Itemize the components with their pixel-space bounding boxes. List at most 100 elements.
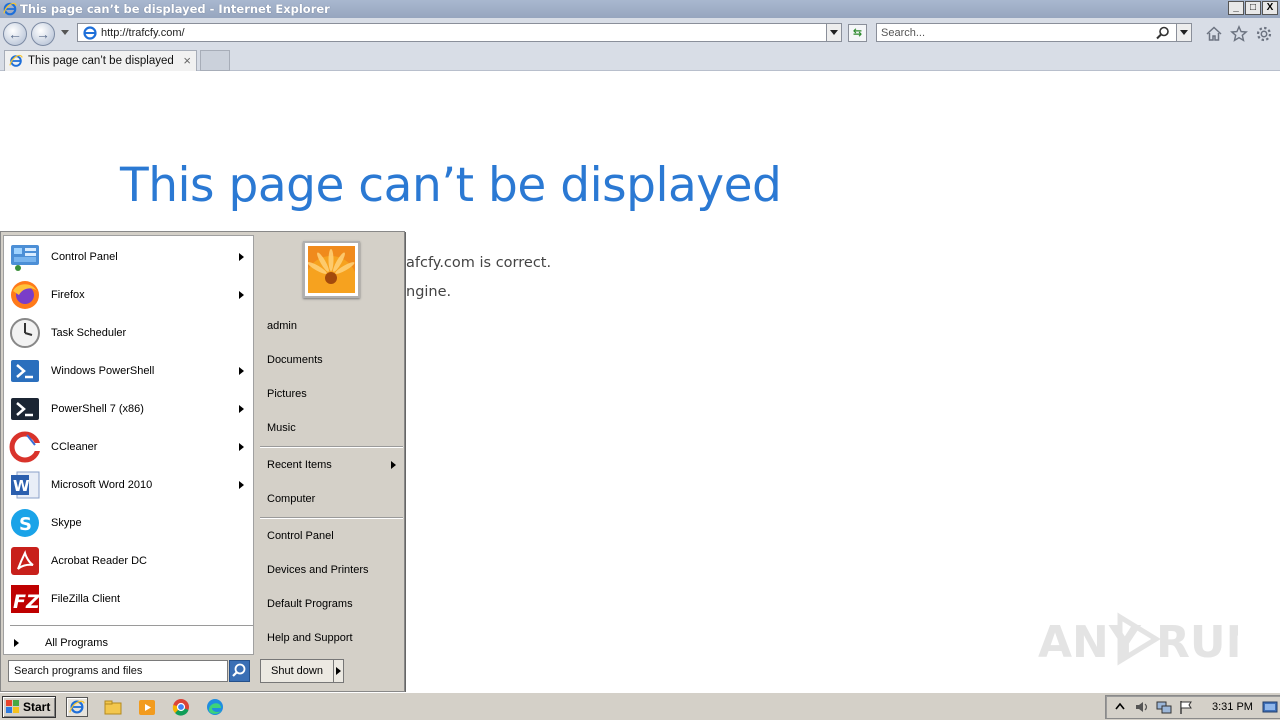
tab-error-page[interactable]: This page can’t be displayed ×: [4, 50, 197, 71]
tab-close-icon[interactable]: ×: [183, 53, 191, 68]
submenu-arrow-icon: [239, 291, 244, 299]
address-bar[interactable]: http://trafcfy.com/: [77, 23, 842, 42]
submenu-arrow-icon: [239, 367, 244, 375]
program-task-scheduler[interactable]: Task Scheduler: [9, 315, 254, 351]
watermark-text-any: ANY: [1038, 617, 1142, 668]
program-acrobat-reader[interactable]: Acrobat Reader DC: [9, 543, 254, 579]
control-panel-icon: [11, 245, 39, 271]
window-title: This page can’t be displayed - Internet …: [20, 2, 330, 16]
start-search-input[interactable]: [14, 662, 224, 680]
ccleaner-icon: [9, 431, 41, 463]
program-powershell-7[interactable]: PowerShell 7 (x86): [9, 391, 254, 427]
all-programs-button[interactable]: All Programs: [14, 637, 108, 649]
places-devices-printers[interactable]: Devices and Printers: [267, 564, 369, 576]
start-search-button[interactable]: [229, 660, 250, 682]
places-default-programs[interactable]: Default Programs: [267, 598, 353, 610]
shut-down-options-button[interactable]: [334, 659, 344, 683]
forward-button[interactable]: →: [31, 22, 55, 46]
favorites-star-icon[interactable]: [1230, 25, 1248, 43]
places-help-support[interactable]: Help and Support: [267, 632, 353, 644]
start-button[interactable]: Start: [2, 696, 56, 718]
program-microsoft-word[interactable]: W Microsoft Word 2010: [9, 467, 254, 503]
taskbar-chrome-icon[interactable]: [170, 697, 192, 717]
start-search-icon: [232, 663, 246, 677]
filezilla-icon-letters: FZ: [13, 591, 41, 613]
start-menu: Control Panel Firefox Task Scheduler Win…: [0, 231, 405, 692]
taskbar-internet-explorer-icon[interactable]: [66, 697, 88, 717]
internet-explorer-icon: [3, 2, 17, 16]
taskbar-edge-icon[interactable]: [204, 697, 226, 717]
places-pictures[interactable]: Pictures: [267, 388, 307, 400]
maximize-button[interactable]: □: [1245, 1, 1261, 15]
places-control-panel[interactable]: Control Panel: [267, 530, 334, 542]
start-label: Start: [23, 700, 51, 714]
search-input[interactable]: [881, 24, 1151, 41]
taskbar-clock[interactable]: 3:31 PM: [1212, 701, 1253, 713]
start-search-box[interactable]: [8, 660, 228, 682]
program-label: Control Panel: [51, 251, 118, 263]
skype-icon-letter: S: [19, 514, 32, 535]
program-filezilla[interactable]: FZ FileZilla Client: [9, 581, 254, 617]
word-icon-letter: W: [13, 477, 30, 495]
start-menu-places-pane: admin Documents Pictures Music Recent It…: [257, 232, 405, 691]
shut-down-button[interactable]: Shut down: [260, 659, 334, 683]
page-ie-icon: [83, 25, 97, 40]
taskbar-explorer-folder-icon[interactable]: [102, 697, 124, 717]
places-separator-2: [260, 517, 403, 519]
window-title-bar: This page can’t be displayed - Internet …: [0, 0, 1280, 18]
search-box[interactable]: [876, 23, 1192, 42]
program-firefox[interactable]: Firefox: [9, 277, 254, 313]
submenu-arrow-icon: [239, 443, 244, 451]
action-center-flag-icon[interactable]: [1178, 699, 1194, 715]
program-skype[interactable]: S Skype: [9, 505, 254, 541]
window-controls: _ □ X: [1228, 1, 1278, 15]
home-icon[interactable]: [1205, 25, 1223, 43]
places-recent-items[interactable]: Recent Items: [267, 459, 332, 471]
network-icon[interactable]: [1156, 699, 1172, 715]
avatar-flower-image: [305, 246, 357, 308]
program-ccleaner[interactable]: CCleaner: [9, 429, 254, 465]
program-label: FileZilla Client: [51, 593, 121, 605]
start-menu-programs-pane: Control Panel Firefox Task Scheduler Win…: [3, 235, 254, 655]
places-music[interactable]: Music: [267, 422, 296, 434]
program-label: Windows PowerShell: [51, 365, 155, 377]
back-arrow-icon: ←: [8, 26, 22, 42]
program-windows-powershell[interactable]: Windows PowerShell: [9, 353, 254, 389]
refresh-button[interactable]: ⇆: [848, 24, 867, 42]
search-dropdown-button[interactable]: [1176, 24, 1191, 41]
search-icon[interactable]: [1155, 25, 1171, 41]
error-line-2: ngine.: [406, 284, 452, 300]
program-control-panel[interactable]: Control Panel: [9, 239, 254, 275]
taskbar: Start 3:31 PM: [0, 692, 1280, 720]
tab-ie-icon: [9, 54, 23, 67]
places-documents[interactable]: Documents: [267, 354, 323, 366]
all-programs-arrow-icon: [14, 639, 19, 647]
submenu-arrow-icon: [239, 405, 244, 413]
all-programs-label: All Programs: [45, 637, 108, 649]
volume-icon[interactable]: [1134, 699, 1150, 715]
address-url[interactable]: http://trafcfy.com/: [101, 27, 185, 39]
tab-row: This page can’t be displayed ×: [0, 48, 1280, 71]
program-label: CCleaner: [51, 441, 98, 453]
new-tab-button[interactable]: [200, 50, 230, 71]
places-user[interactable]: admin: [267, 320, 297, 332]
show-hidden-icons-icon[interactable]: [1112, 699, 1128, 715]
places-computer[interactable]: Computer: [267, 493, 315, 505]
program-label: Firefox: [51, 289, 85, 301]
back-button[interactable]: ←: [3, 22, 27, 46]
address-dropdown-button[interactable]: [826, 24, 841, 41]
program-label: PowerShell 7 (x86): [51, 403, 144, 415]
acrobat-icon: [11, 547, 39, 575]
close-button[interactable]: X: [1262, 1, 1278, 15]
skype-icon: S: [11, 509, 39, 537]
error-heading: This page can’t be displayed: [120, 158, 782, 213]
recent-items-arrow-icon: [391, 461, 396, 469]
minimize-button[interactable]: _: [1228, 1, 1244, 15]
taskbar-media-player-icon[interactable]: [136, 697, 158, 717]
submenu-arrow-icon: [239, 253, 244, 261]
filezilla-icon: FZ: [11, 585, 41, 613]
history-dropdown-button[interactable]: [61, 30, 69, 35]
show-desktop-icon[interactable]: [1262, 699, 1278, 715]
user-avatar[interactable]: [303, 241, 360, 308]
settings-gear-icon[interactable]: [1255, 25, 1273, 43]
